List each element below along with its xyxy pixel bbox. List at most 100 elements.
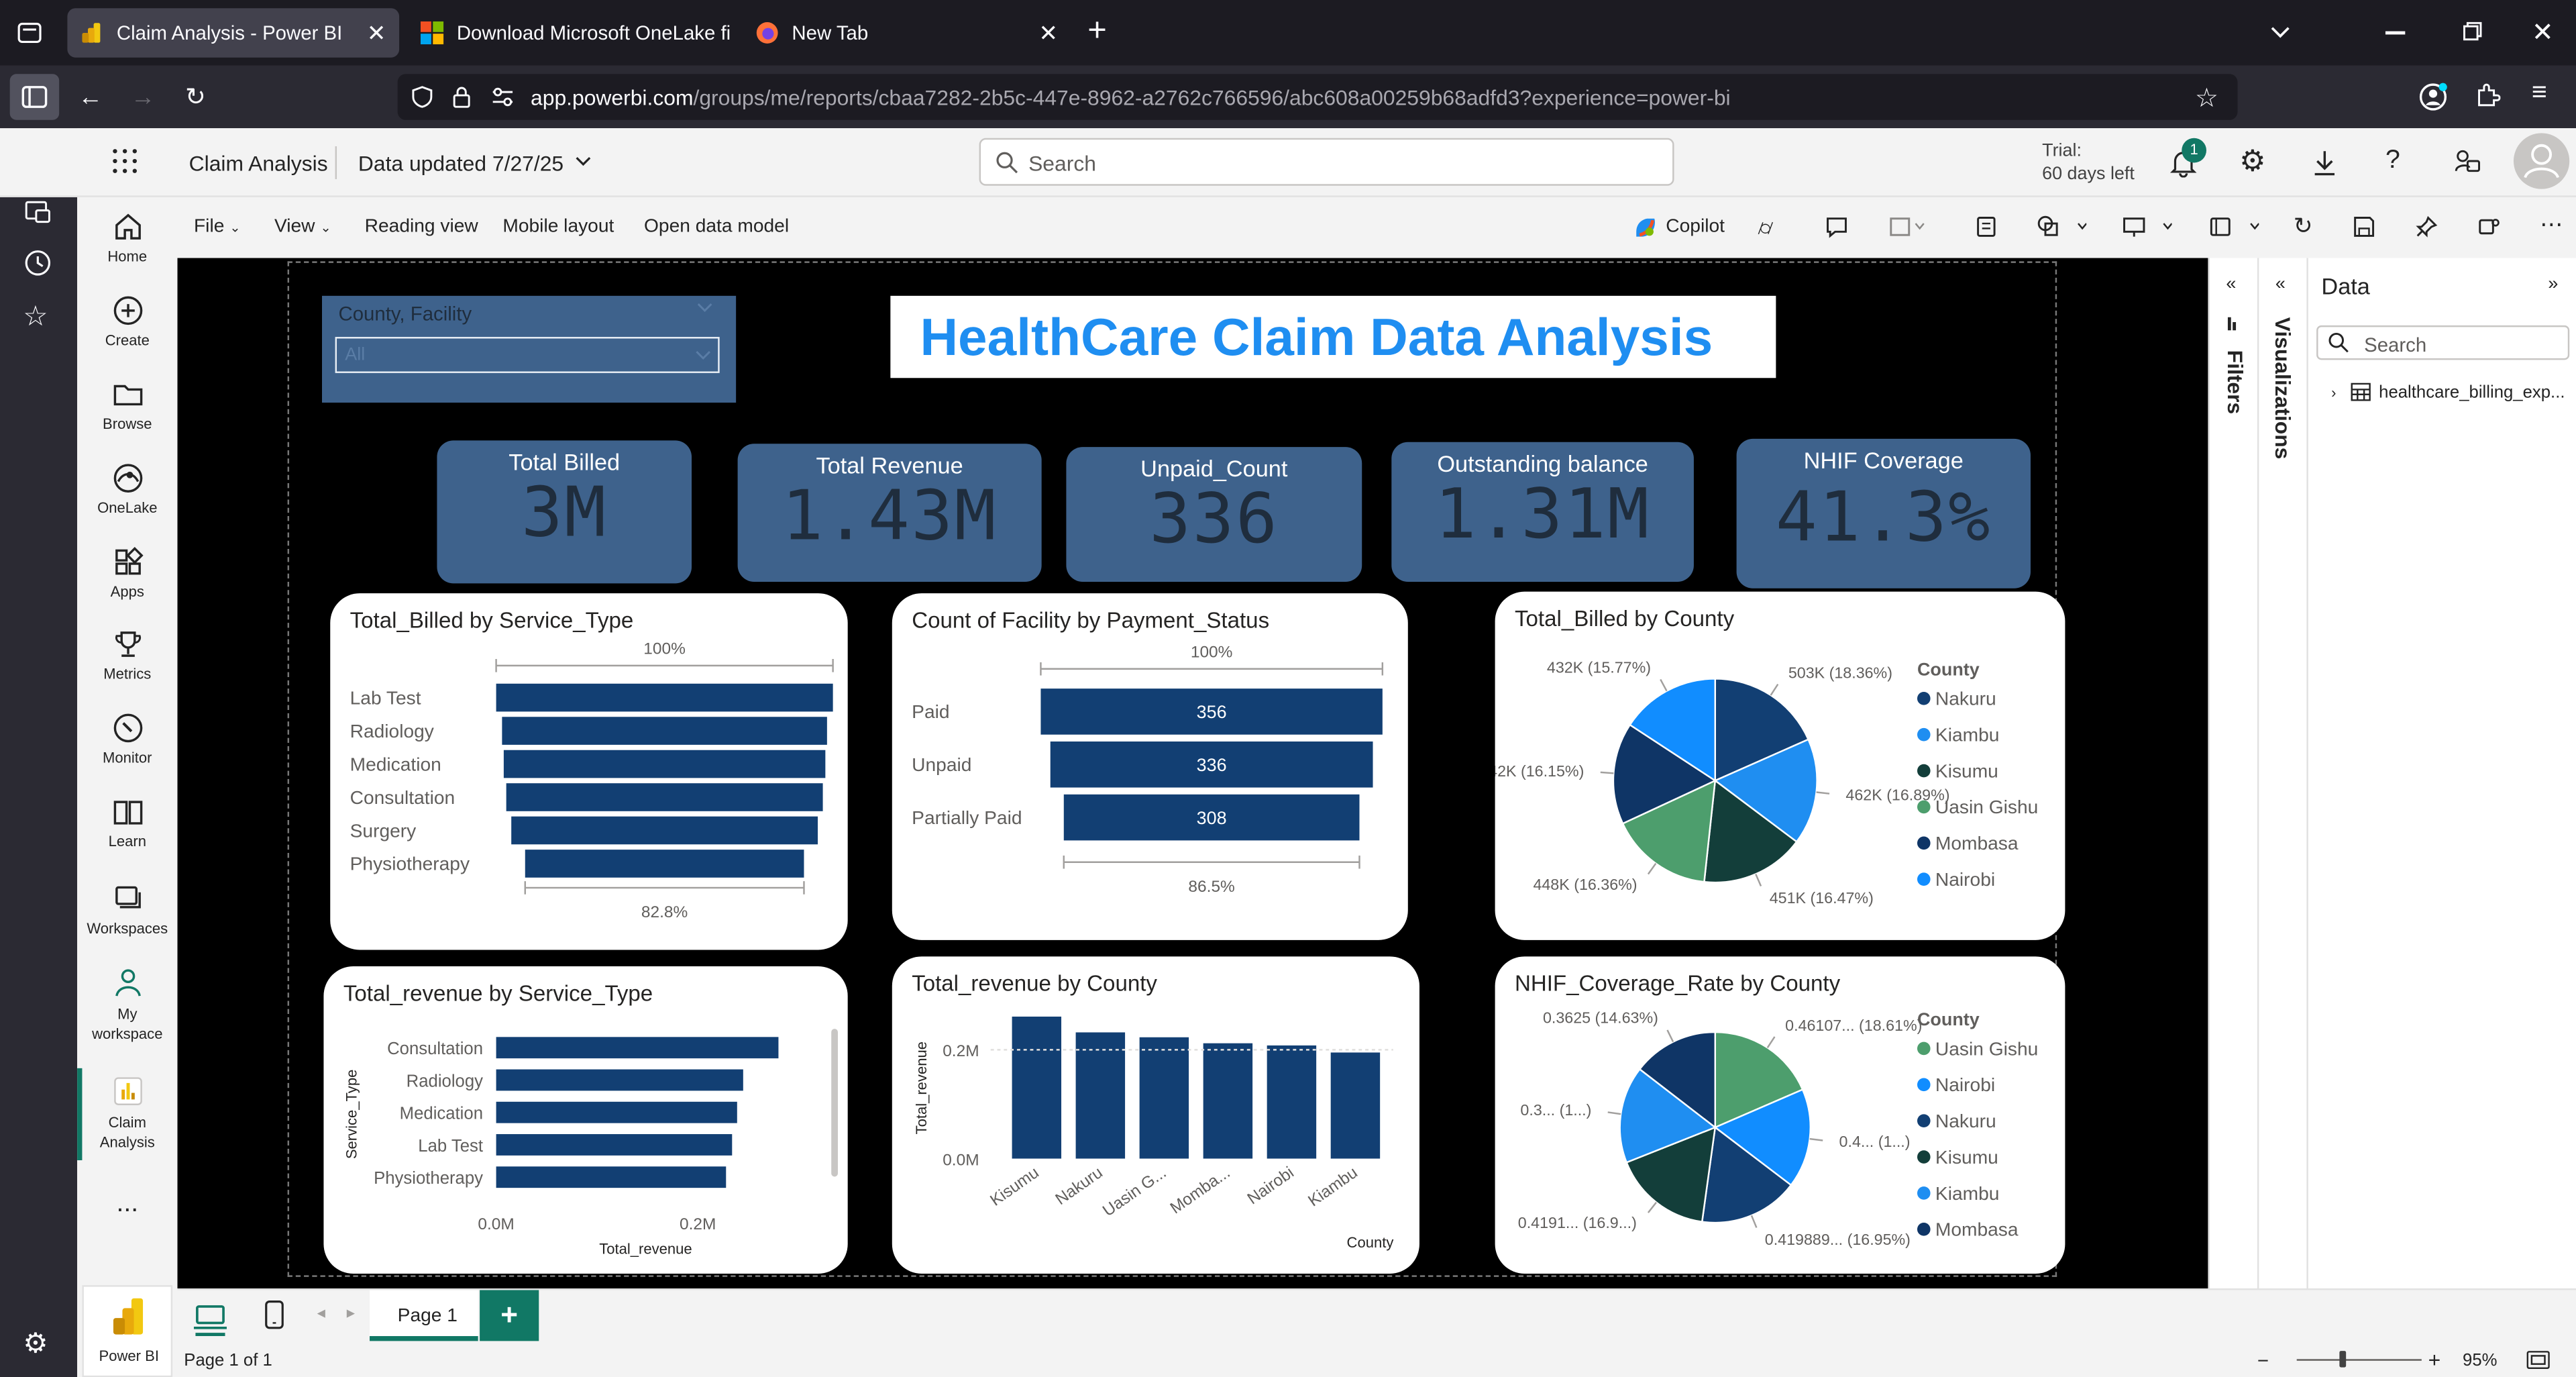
expand-filters-chevron-icon[interactable]: « xyxy=(2226,274,2236,294)
chevron-down-icon[interactable] xyxy=(575,153,591,169)
download-icon[interactable] xyxy=(2312,148,2338,177)
nav-browse[interactable]: Browse xyxy=(77,378,177,432)
kpi-total-billed[interactable]: Total Billed 3M xyxy=(437,440,692,584)
mobile-layout-button[interactable]: Mobile layout xyxy=(502,217,614,236)
sidebar-toggle-button[interactable] xyxy=(9,74,60,120)
view-mode-icon[interactable] xyxy=(2210,215,2259,238)
nav-metrics[interactable]: Metrics xyxy=(77,628,177,682)
chart-total-revenue-by-service-type[interactable]: Total_revenue by Service_Type Consultati… xyxy=(323,966,848,1274)
county-facility-slicer[interactable]: County, Facility All xyxy=(322,295,737,403)
tab-overflow-chevron-icon[interactable] xyxy=(2267,18,2294,44)
tab-onelake-download[interactable]: Download Microsoft OneLake fi xyxy=(407,8,736,57)
next-page-icon[interactable]: ▸ xyxy=(347,1305,355,1323)
expand-table-chevron-icon[interactable]: › xyxy=(2331,385,2336,401)
nav-claim-analysis[interactable]: Claim Analysis xyxy=(77,1075,177,1152)
zoom-slider-track[interactable] xyxy=(2296,1359,2422,1361)
mobile-layout-icon[interactable] xyxy=(264,1300,284,1329)
add-page-button[interactable]: + xyxy=(480,1290,539,1341)
slicer-dropdown[interactable]: All xyxy=(335,337,720,373)
url-text[interactable]: app.powerbi.com/groups/me/reports/cbaa72… xyxy=(531,85,1731,110)
chart-total-billed-by-county[interactable]: Total_Billed by County 503K (18.36%) 462K… xyxy=(1495,591,2065,940)
app-launcher-icon[interactable] xyxy=(112,148,138,174)
kpi-nhif-coverage[interactable]: NHIF Coverage 41.3% xyxy=(1736,438,2031,589)
help-icon[interactable]: ? xyxy=(2385,146,2400,176)
restore-icon[interactable] xyxy=(2463,21,2482,41)
history-icon[interactable] xyxy=(23,248,52,278)
view-menu[interactable]: View ⌄ xyxy=(274,217,331,236)
open-data-model-button[interactable]: Open data model xyxy=(644,217,789,236)
bookmarks-star-icon[interactable]: ☆ xyxy=(23,301,48,334)
expand-visualizations-chevron-icon[interactable]: « xyxy=(2275,274,2286,294)
permissions-icon[interactable] xyxy=(491,87,514,107)
shapes-icon[interactable] xyxy=(2037,215,2087,238)
share-feedback-icon[interactable] xyxy=(2453,146,2482,176)
present-icon[interactable] xyxy=(2123,215,2172,238)
more-options-icon[interactable]: ⋯ xyxy=(2540,210,2563,238)
visualizations-pane-collapsed[interactable]: « Visualizations xyxy=(2257,258,2307,1289)
tab-claim-analysis[interactable]: Claim Analysis - Power BI ✕ xyxy=(67,8,400,58)
close-window-icon[interactable]: ✕ xyxy=(2532,16,2554,49)
prev-page-icon[interactable]: ◂ xyxy=(317,1305,325,1323)
chart-total-billed-by-service-type[interactable]: Total_Billed by Service_Type 100% Lab Tes… xyxy=(330,593,848,950)
settings-gear-icon[interactable]: ⚙ xyxy=(23,1328,48,1361)
trial-status[interactable]: Trial: 60 days left xyxy=(2042,140,2135,186)
synced-tabs-icon[interactable] xyxy=(23,197,52,227)
data-table-item[interactable]: healthcare_billing_exp... xyxy=(2379,383,2565,403)
data-search-input[interactable]: Search xyxy=(2316,325,2570,360)
copilot-icon[interactable] xyxy=(1633,215,1658,240)
extensions-icon[interactable] xyxy=(2474,82,2501,108)
url-bar[interactable]: app.powerbi.com/groups/me/reports/cbaa72… xyxy=(397,74,2238,120)
collapse-data-chevron-icon[interactable]: » xyxy=(2548,274,2558,294)
data-updated-label[interactable]: Data updated 7/27/25 xyxy=(358,151,564,176)
settings-gear-icon[interactable]: ⚙ xyxy=(2239,146,2266,176)
back-button[interactable]: ← xyxy=(72,79,109,115)
filters-label[interactable]: Filters xyxy=(2222,350,2247,415)
nav-apps[interactable]: Apps xyxy=(77,546,177,600)
kpi-total-revenue[interactable]: Total Revenue 1.43M xyxy=(737,444,1042,582)
forward-button[interactable]: → xyxy=(125,79,161,115)
nav-my-workspace[interactable]: My workspace xyxy=(77,966,177,1043)
nav-home[interactable]: Home xyxy=(77,210,177,264)
nav-more-button[interactable]: ... xyxy=(77,1190,177,1219)
zoom-out-icon[interactable]: − xyxy=(2257,1349,2269,1372)
kpi-unpaid-count[interactable]: Unpaid_Count 336 xyxy=(1066,447,1362,582)
zoom-slider-thumb[interactable] xyxy=(2339,1351,2347,1368)
filters-pane-collapsed[interactable]: « Filters xyxy=(2208,258,2257,1289)
nav-create[interactable]: Create xyxy=(77,294,177,348)
menu-icon[interactable]: ≡ xyxy=(2532,79,2547,109)
comment-icon[interactable] xyxy=(1825,215,1848,238)
nav-workspaces[interactable]: Workspaces xyxy=(77,882,177,937)
kpi-outstanding-balance[interactable]: Outstanding balance 1.31M xyxy=(1391,442,1694,582)
nav-learn[interactable]: Learn xyxy=(77,795,177,850)
global-search-input[interactable]: Search xyxy=(979,138,1674,186)
save-icon[interactable] xyxy=(2353,215,2375,238)
zoom-in-icon[interactable]: + xyxy=(2428,1347,2441,1372)
bookmark-star-icon[interactable]: ☆ xyxy=(2195,82,2218,115)
shield-icon[interactable] xyxy=(411,85,433,108)
nav-onelake[interactable]: OneLake xyxy=(77,462,177,516)
powerbi-brand-button[interactable]: Power BI xyxy=(82,1285,173,1377)
binoculars-icon[interactable]: ⌭ xyxy=(1758,215,1773,242)
new-tab-plus-icon[interactable]: + xyxy=(1087,15,1107,48)
lock-icon[interactable] xyxy=(451,85,471,108)
chart-nhif-coverage-rate-by-county[interactable]: NHIF_Coverage_Rate by County 0.46107... … xyxy=(1495,956,2065,1274)
minimize-icon[interactable] xyxy=(2385,31,2406,34)
pin-icon[interactable] xyxy=(2415,215,2438,238)
account-icon[interactable] xyxy=(2418,82,2448,111)
fit-to-page-icon[interactable] xyxy=(2526,1351,2550,1370)
chart-count-facility-by-payment-status[interactable]: Count of Facility by Payment_Status 100%… xyxy=(892,593,1408,940)
close-tab-icon[interactable]: ✕ xyxy=(1038,19,1058,48)
tab-list-icon[interactable] xyxy=(16,19,42,46)
copilot-button[interactable]: Copilot xyxy=(1666,217,1725,236)
close-tab-icon[interactable]: ✕ xyxy=(367,19,386,48)
visualizations-label[interactable]: Visualizations xyxy=(2271,317,2296,460)
teams-icon[interactable] xyxy=(2477,215,2500,238)
reading-view-button[interactable]: Reading view xyxy=(365,217,478,236)
desktop-layout-icon[interactable] xyxy=(193,1300,229,1337)
subscribe-icon[interactable] xyxy=(1889,215,1925,238)
chart-total-revenue-by-county[interactable]: Total_revenue by County Kisumu Nakuru Uasi… xyxy=(892,956,1419,1274)
reload-icon[interactable]: ↻ xyxy=(177,79,213,115)
refresh-icon[interactable]: ↻ xyxy=(2294,212,2313,240)
page-tab-1[interactable]: Page 1 xyxy=(370,1290,478,1341)
report-name[interactable]: Claim Analysis xyxy=(189,151,328,176)
